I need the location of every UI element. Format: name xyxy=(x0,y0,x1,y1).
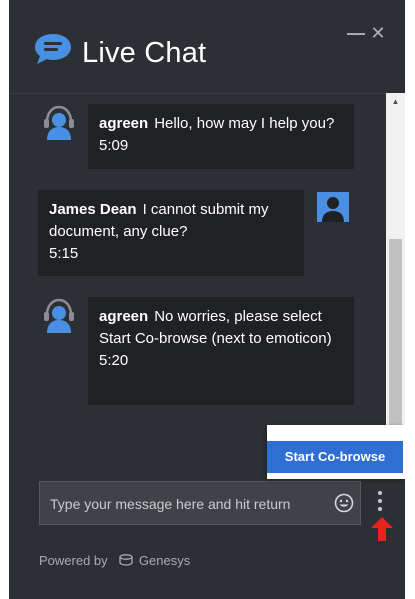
message-input[interactable] xyxy=(48,482,332,526)
start-cobrowse-button[interactable]: Start Co-browse xyxy=(267,441,403,473)
message-sender: agreen xyxy=(99,308,149,325)
transcript-scrollbar[interactable]: ▲ ▼ xyxy=(386,93,405,473)
kebab-menu-icon[interactable] xyxy=(375,491,385,515)
message-bubble-agent: agreen No worries, please select Start Co… xyxy=(88,297,354,405)
message-bubble-agent: agreen Hello, how may I help you? 5:09 xyxy=(88,104,354,169)
message-bubble-customer: James Dean I cannot submit my document, a… xyxy=(38,190,304,276)
red-arrow-up-icon xyxy=(371,517,393,541)
message-text: Hello, how may I help you? xyxy=(154,115,335,132)
message-time: 5:09 xyxy=(99,137,129,154)
message-time: 5:20 xyxy=(99,352,129,369)
chat-header: Live Chat — ✕ xyxy=(9,0,405,93)
genesys-logo-icon xyxy=(119,554,133,566)
customer-avatar-icon xyxy=(317,192,349,222)
powered-by-text: Powered by xyxy=(39,553,108,568)
smiley-icon[interactable] xyxy=(334,493,354,513)
agent-avatar-icon xyxy=(44,298,74,333)
message-input-container xyxy=(39,481,361,526)
chat-title: Live Chat xyxy=(82,37,207,69)
powered-by-label: Powered by Genesys xyxy=(39,552,190,570)
message-sender: agreen xyxy=(99,115,149,132)
message-sender: James Dean xyxy=(49,201,137,218)
cobrowse-popup: Start Co-browse xyxy=(267,425,405,479)
minimize-button[interactable]: — xyxy=(347,24,365,42)
close-button[interactable]: ✕ xyxy=(369,24,387,42)
scrollbar-thumb[interactable] xyxy=(389,239,402,453)
chat-footer: Powered by Genesys xyxy=(9,473,405,599)
chat-bubble-icon xyxy=(35,34,71,64)
scroll-up-arrow-icon[interactable]: ▲ xyxy=(386,93,405,110)
agent-avatar-icon xyxy=(44,105,74,140)
brand-name: Genesys xyxy=(138,553,191,568)
live-chat-window: Live Chat — ✕ agreen Hello, how may I hel… xyxy=(9,0,405,599)
message-time: 5:15 xyxy=(49,245,79,262)
chat-transcript[interactable]: agreen Hello, how may I help you? 5:09 Ja… xyxy=(9,93,386,474)
